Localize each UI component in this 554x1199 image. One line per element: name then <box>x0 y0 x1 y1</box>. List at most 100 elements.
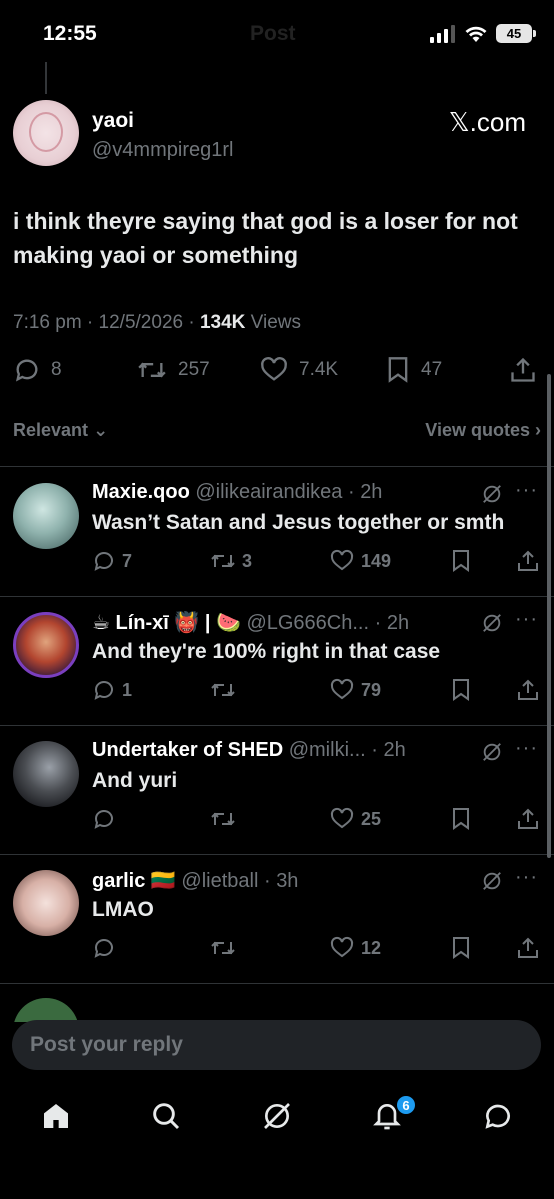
reply-input[interactable]: Post your reply <box>12 1020 541 1070</box>
reply-input-placeholder: Post your reply <box>30 1033 183 1056</box>
reply-time: 2h <box>360 481 383 503</box>
reply-text: Wasn’t Satan and Jesus together or smth <box>92 511 505 534</box>
repost-icon <box>211 683 235 697</box>
author-handle[interactable]: @v4mmpireg1rl <box>92 139 233 162</box>
repost-button[interactable] <box>210 936 242 960</box>
repost-button[interactable]: 3 <box>210 549 252 573</box>
avatar[interactable] <box>13 870 79 936</box>
reply-item[interactable]: Maxie.qoo @ilikeairandikea · 2h ··· Wasn… <box>0 467 554 596</box>
more-options-icon[interactable]: ··· <box>515 479 538 502</box>
repost-button[interactable] <box>210 678 242 702</box>
author-avatar[interactable] <box>13 100 79 166</box>
grok-icon <box>264 1103 290 1129</box>
like-icon <box>330 936 354 958</box>
reply-button[interactable]: 8 <box>13 356 62 384</box>
view-quotes-link[interactable]: View quotes › <box>425 420 541 441</box>
status-bar: 12:55 Post 45 <box>0 0 554 64</box>
nav-grok[interactable] <box>257 1096 297 1136</box>
repost-button[interactable]: 257 <box>136 356 210 384</box>
repost-button[interactable] <box>210 807 242 831</box>
nav-messages[interactable] <box>478 1096 518 1136</box>
grok-icon[interactable] <box>481 612 503 639</box>
reply-button[interactable] <box>92 936 122 960</box>
reply-time: 2h <box>383 739 406 761</box>
divider <box>0 983 554 984</box>
reply-author-name[interactable]: garlic 🇱🇹 <box>92 870 176 892</box>
signal-icon <box>430 24 455 43</box>
share-icon <box>518 808 538 829</box>
avatar[interactable] <box>13 741 79 807</box>
nav-home[interactable] <box>36 1096 76 1136</box>
grok-icon[interactable] <box>481 741 503 768</box>
more-options-icon[interactable]: ··· <box>515 737 538 760</box>
share-button[interactable] <box>516 807 540 831</box>
reply-count: 1 <box>122 679 133 700</box>
search-icon <box>153 1103 180 1130</box>
reply-item[interactable]: Undertaker of SHED @milki... · 2h ··· An… <box>0 725 554 854</box>
grok-icon[interactable] <box>481 870 503 897</box>
repost-count: 3 <box>242 550 253 571</box>
scrollbar[interactable] <box>547 374 551 858</box>
reply-author-handle[interactable]: @lietball <box>181 870 258 892</box>
reply-button[interactable] <box>92 807 122 831</box>
like-icon <box>330 549 354 571</box>
avatar[interactable] <box>13 483 79 549</box>
header-title: Post <box>250 22 296 45</box>
like-button[interactable]: 7.4K <box>259 356 338 384</box>
reply-button[interactable]: 7 <box>92 549 132 573</box>
share-button[interactable] <box>509 356 537 384</box>
share-icon <box>518 679 538 700</box>
reply-author-handle[interactable]: @ilikeairandikea <box>195 481 342 503</box>
share-icon <box>518 937 538 958</box>
bookmark-button[interactable] <box>450 936 472 960</box>
bookmark-icon <box>388 357 408 383</box>
like-button[interactable]: 12 <box>329 936 381 960</box>
nav-search[interactable] <box>146 1096 186 1136</box>
reply-icon <box>94 939 113 958</box>
bookmark-button[interactable] <box>450 678 472 702</box>
battery-indicator: 45 <box>496 24 536 43</box>
like-button[interactable]: 79 <box>329 678 381 702</box>
bookmark-button[interactable] <box>450 807 472 831</box>
bookmark-icon <box>453 679 469 701</box>
like-count: 25 <box>361 808 382 829</box>
avatar[interactable] <box>13 612 79 678</box>
thread-connector <box>45 62 47 94</box>
like-icon <box>330 678 354 700</box>
reply-author-name[interactable]: Undertaker of SHED <box>92 739 283 761</box>
share-button[interactable] <box>516 678 540 702</box>
sort-label: Relevant <box>13 420 89 440</box>
author-name[interactable]: yaoi <box>92 109 134 133</box>
post-date: 12/5/2026 <box>98 312 184 333</box>
reply-text: And yuri <box>92 769 178 792</box>
reply-item[interactable]: garlic 🇱🇹 @lietball · 3h ··· LMAO 12 <box>0 854 554 983</box>
share-button[interactable] <box>516 936 540 960</box>
sort-dropdown[interactable]: Relevant ⌄ <box>13 420 108 440</box>
reply-author-name[interactable]: Maxie.qoo <box>92 481 190 503</box>
repost-icon <box>211 941 235 955</box>
more-options-icon[interactable]: ··· <box>515 866 538 889</box>
like-button[interactable]: 25 <box>329 807 381 831</box>
grok-icon[interactable] <box>481 483 503 510</box>
wifi-icon <box>465 26 487 42</box>
bookmark-count: 47 <box>421 359 443 380</box>
reply-time: 2h <box>386 612 410 634</box>
bookmark-icon <box>453 937 469 959</box>
bookmark-button[interactable] <box>450 549 472 573</box>
like-button[interactable]: 149 <box>329 549 391 573</box>
repost-icon <box>211 812 235 826</box>
bookmark-button[interactable]: 47 <box>385 356 442 384</box>
like-icon <box>261 357 287 381</box>
reply-author-handle[interactable]: @LG666Ch... <box>246 612 369 634</box>
share-icon <box>511 357 535 382</box>
reply-author-handle[interactable]: @milki... <box>289 739 366 761</box>
reply-icon <box>94 552 113 571</box>
reply-item[interactable]: ☕ Lín-xī 👹 | 🍉 @LG666Ch... · 2h ··· And … <box>0 596 554 725</box>
more-options-icon[interactable]: ··· <box>515 608 538 631</box>
reply-icon <box>15 359 38 382</box>
chevron-down-icon: ⌄ <box>93 420 109 440</box>
reply-button[interactable]: 1 <box>92 678 132 702</box>
like-count: 12 <box>361 937 382 958</box>
share-button[interactable] <box>516 549 540 573</box>
reply-author-name[interactable]: ☕ Lín-xī 👹 | 🍉 <box>92 612 241 634</box>
